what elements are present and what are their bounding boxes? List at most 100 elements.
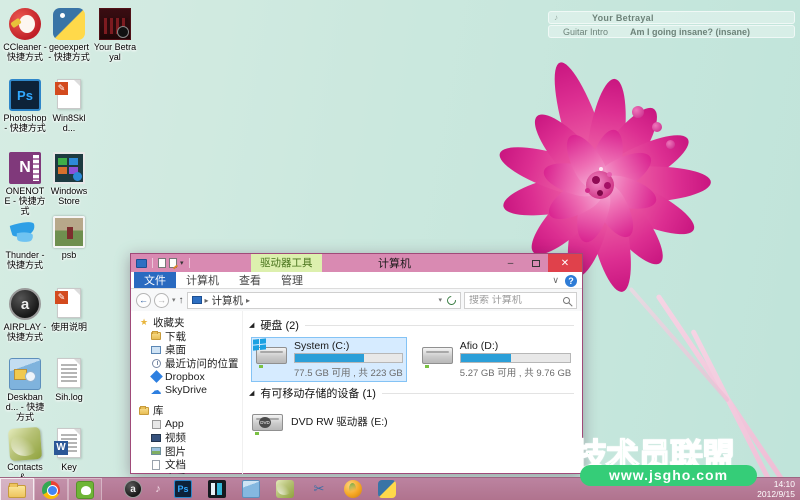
taskbar-photoshop[interactable]: Ps [166,478,200,500]
title-bar[interactable]: ▾ 驱动器工具 计算机 – ✕ [131,254,582,272]
desktop-icon-contacts[interactable]: Contacts&.. [3,426,47,482]
taskbar-python[interactable] [370,478,404,500]
sidebar-item-documents[interactable]: 文档 [139,458,242,472]
drive-item-d[interactable]: Afio (D:) 5.27 GB 可用 , 共 9.76 GB [417,337,575,382]
breadcrumb-computer[interactable]: 计算机 [212,293,244,308]
desktop-icon-photoshop[interactable]: Ps Photoshop - 快捷方式 [3,79,47,133]
tab-computer[interactable]: 计算机 [176,272,229,288]
collapse-triangle-icon[interactable]: ◢ [249,321,254,329]
clock-time: 14:10 [773,479,795,489]
lyrics-bar-line: Guitar Intro Am I going insane? (insane) [548,25,795,38]
flower-petal [597,164,712,205]
taskbar-music-note[interactable]: ♪ [150,478,166,500]
taskbar-deskband[interactable] [234,478,268,500]
up-button[interactable]: ↑ [179,295,184,306]
maximize-button[interactable] [523,254,548,272]
desktop-icon-geoexpert[interactable]: geoexpert - 快捷方式 [47,8,91,62]
drive-item-dvd[interactable]: DVD DVD RW 驱动器 (E:) [251,406,574,438]
desktop-icon-thunder[interactable]: Thunder - 快捷方式 [3,216,47,270]
taskbar-snipping-tool[interactable]: ✂ [302,478,336,500]
drive-icon [421,340,455,370]
cloud-icon: ☁ [150,384,162,397]
photoshop-icon: Ps [9,79,41,111]
refresh-icon[interactable] [445,293,458,307]
desktop-icon-your-betrayal[interactable]: Your Betrayal [93,8,137,62]
taskbar-explorer[interactable] [0,478,34,500]
music-library-icon: ♪ [151,473,161,474]
windows-logo-icon [253,338,266,351]
desktop-icon-psb[interactable]: psb [47,216,91,260]
flower-petal [589,123,697,203]
green-notes-icon [276,480,294,498]
group-header-harddisks[interactable]: ◢ 硬盘 (2) [249,318,574,332]
sidebar-item-dropbox[interactable]: Dropbox [139,370,242,384]
ribbon-collapse-icon[interactable]: ∨ [552,275,559,286]
desktop-icon-label: ONENOTE - 快捷方式 [4,186,46,216]
sidebar-item-music[interactable]: ♪音乐 [139,472,242,474]
close-button[interactable]: ✕ [548,254,582,272]
collapse-triangle-icon[interactable]: ◢ [249,389,254,397]
taskbar-evernote[interactable] [68,478,102,500]
taskbar-media-sphere[interactable] [336,478,370,500]
desktop-icon-ccleaner[interactable]: CCleaner - 快捷方式 [3,8,47,62]
flower-petal [520,171,615,266]
qat-dropdown-icon[interactable]: ▾ [180,259,184,267]
desktop-icon-deskband[interactable]: Deskband... - 快捷方式 [3,358,47,422]
group-header-removable[interactable]: ◢ 有可移动存储的设备 (1) [249,386,574,400]
desktop-icon-document2[interactable]: ✎ 使用说明 [47,288,91,332]
breadcrumb[interactable]: ▸ 计算机 ▸ ▾ [186,291,461,309]
taskbar-chrome[interactable] [34,478,68,500]
desktop-icon-document1[interactable]: ✎ Win8Skld... [47,79,91,133]
tray-clock[interactable]: 14:10 2012/9/15 [757,479,800,499]
tab-manage[interactable]: 管理 [271,272,313,288]
desktop-icon-key-doc[interactable]: W Key [47,428,91,472]
taskbar-airplay[interactable]: a [116,478,150,500]
history-dropdown-icon[interactable]: ▾ [172,296,176,304]
sidebar-item-pictures[interactable]: 图片 [139,445,242,459]
lyrics-section-label: Guitar Intro [563,26,609,37]
lyrics-current-line: Am I going insane? (insane) [630,26,751,37]
desktop-icon-sihlog[interactable]: Sih.log [47,358,91,402]
desktop-icon-windows-store[interactable]: Windows Store [47,152,91,206]
flower-petal [586,176,642,244]
doc-badge-icon: ✎ [55,291,68,304]
word-doc-icon: W [53,428,85,460]
desktop-icon-onenote[interactable]: N ONENOTE - 快捷方式 [3,152,47,216]
tab-file[interactable]: 文件 [134,272,176,288]
flower-petal [499,167,606,225]
drive-name: Afio (D:) [459,340,499,352]
taskbar-media-app[interactable] [200,478,234,500]
tab-view[interactable]: 查看 [229,272,271,288]
minimize-button[interactable]: – [498,254,523,272]
back-button[interactable]: ← [136,292,151,308]
address-bar: ← → ▾ ↑ ▸ 计算机 ▸ ▾ [131,289,582,311]
sidebar-item-downloads[interactable]: 下载 [139,330,242,344]
help-icon[interactable]: ? [565,274,577,287]
address-dropdown-icon[interactable]: ▾ [438,296,442,304]
forward-button[interactable]: → [154,292,169,308]
contextual-tab-drive-tools[interactable]: 驱动器工具 [251,254,322,272]
taskbar-notes-app[interactable] [268,478,302,500]
crumb-arrow-icon: ▸ [246,295,251,305]
drive-item-c[interactable]: System (C:) 77.5 GB 可用 , 共 223 GB [251,337,407,382]
search-box[interactable] [464,291,577,309]
sidebar-item-desktop[interactable]: 桌面 [139,343,242,357]
search-input[interactable] [465,294,563,306]
sidebar-item-libraries[interactable]: 库 [139,404,242,418]
flower-petal [558,128,614,196]
document-icon: ✎ [53,79,85,111]
desktop-icon-label: Windows Store [50,186,88,206]
sidebar-item-recent[interactable]: 最近访问的位置 [139,357,242,371]
sidebar-item-skydrive[interactable]: ☁ SkyDrive [139,384,242,398]
flower-bud [666,140,675,149]
star-icon: ★ [139,317,149,328]
windows-store-icon [53,152,85,184]
sidebar-item-app[interactable]: App [139,418,242,432]
new-folder-icon[interactable] [169,258,177,268]
sidebar-item-videos[interactable]: 视频 [139,431,242,445]
desktop-icon-airplay[interactable]: a AIRPLAY - 快捷方式 [3,288,47,342]
desktop-icon-label: CCleaner - 快捷方式 [3,42,47,62]
properties-icon[interactable] [158,258,166,268]
flower-center [586,171,614,199]
sidebar-item-favorites[interactable]: ★ 收藏夹 [139,316,242,330]
